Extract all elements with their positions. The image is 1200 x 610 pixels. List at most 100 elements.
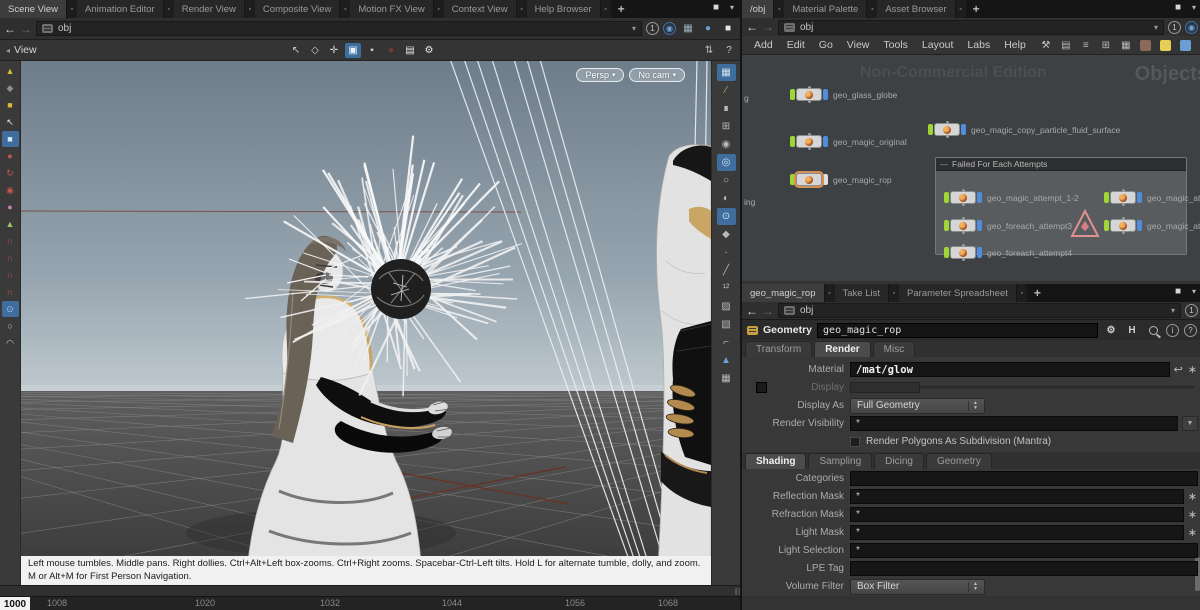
main-tab-transform[interactable]: Transform: [745, 341, 812, 357]
viewport-settings-icon[interactable]: ⚙: [421, 43, 437, 58]
camera-cone-icon[interactable]: ▲: [717, 352, 736, 369]
scene-tab-render-view[interactable]: Render View: [174, 0, 245, 18]
render-region-icon[interactable]: ○: [2, 318, 19, 334]
character-pick-icon[interactable]: ▲: [2, 216, 19, 232]
scale-tool-icon[interactable]: ◉: [2, 182, 19, 198]
param-tab-menu-icon[interactable]: ▪: [1017, 284, 1027, 302]
menu-tools[interactable]: Tools: [877, 39, 914, 51]
link-number-icon[interactable]: 1: [646, 22, 659, 35]
param-new-tab-button[interactable]: +: [1027, 284, 1048, 302]
node-display-flag[interactable]: [944, 247, 949, 258]
houdini-help-icon[interactable]: H: [1124, 323, 1140, 338]
path-dropdown-icon[interactable]: ▾: [1171, 306, 1175, 315]
display-toggle-checkbox[interactable]: [756, 382, 767, 393]
node-render-flag[interactable]: [1137, 220, 1142, 231]
wrench-icon[interactable]: ⚒: [1038, 38, 1054, 53]
lasso-select-icon[interactable]: ◇: [307, 43, 323, 58]
boxnode-geo-foreach-attempt3[interactable]: geo_foreach_attempt3: [944, 219, 1072, 232]
cube-icon[interactable]: ▦: [680, 21, 696, 36]
subtab-geometry[interactable]: Geometry: [926, 453, 992, 469]
override-icon[interactable]: ∗: [1188, 363, 1197, 376]
white-square-icon[interactable]: ■: [720, 21, 736, 36]
info-icon[interactable]: i: [1166, 324, 1179, 337]
node-geo-magic-original[interactable]: geo_magic_original: [790, 135, 907, 148]
shadows-icon[interactable]: ◐: [717, 190, 736, 207]
network-new-tab-button[interactable]: +: [966, 0, 987, 18]
input-material[interactable]: /mat/glow: [850, 362, 1170, 377]
back-icon[interactable]: ←: [746, 21, 758, 33]
node-geo-magic-copy-particle-fluid-surface[interactable]: geo_magic_copy_particle_fluid_surface: [928, 123, 1120, 136]
node-display-flag[interactable]: [790, 89, 795, 100]
ruler-icon[interactable]: ⌐: [717, 334, 736, 351]
secure-selection-lock-icon[interactable]: ■: [2, 131, 19, 147]
path-field[interactable]: obj ▾: [778, 303, 1181, 318]
scene-tab-menu-icon[interactable]: ▪: [164, 0, 174, 18]
select-mask-icon[interactable]: ◆: [2, 80, 19, 96]
scene-tab-help-browser[interactable]: Help Browser: [527, 0, 601, 18]
vector-display-icon[interactable]: ╱: [717, 262, 736, 279]
node-body[interactable]: [796, 88, 822, 101]
viewport-help-icon[interactable]: ?: [721, 43, 737, 58]
override-icon[interactable]: ∗: [1188, 508, 1197, 521]
menu-view[interactable]: View: [841, 39, 876, 51]
forward-icon[interactable]: →: [762, 21, 774, 33]
node-geo-glass-globe[interactable]: geo_glass_globe: [790, 88, 897, 101]
menu-help[interactable]: Help: [998, 39, 1032, 51]
path-dropdown-icon[interactable]: ▾: [632, 24, 636, 33]
path-dropdown-icon[interactable]: ▾: [1154, 23, 1158, 32]
rotate-tool-icon[interactable]: ↻: [2, 165, 19, 181]
input-refraction-mask[interactable]: *: [850, 507, 1184, 522]
node-display-flag[interactable]: [944, 192, 949, 203]
node-geo-magic-rop[interactable]: geo_magic_rop: [790, 173, 892, 186]
forward-icon[interactable]: →: [20, 23, 32, 35]
persp-button[interactable]: Persp▾: [576, 68, 624, 82]
point-numbers-icon[interactable]: ¹²: [717, 280, 736, 297]
background-image-icon[interactable]: [1178, 38, 1194, 53]
path-field[interactable]: obj ▾: [778, 20, 1164, 35]
node-display-flag[interactable]: [1104, 220, 1109, 231]
grid-toggle-icon[interactable]: ▦: [717, 370, 736, 387]
node-body[interactable]: [1110, 191, 1136, 204]
boxnode-geo-magic-att7[interactable]: geo_magic_att7: [1104, 191, 1200, 204]
ortho-views-icon[interactable]: ⊞: [717, 118, 736, 135]
scene-tab-menu-icon[interactable]: ▪: [434, 0, 444, 18]
node-render-flag[interactable]: [823, 89, 828, 100]
node-display-flag[interactable]: [1104, 192, 1109, 203]
snapshot-icon[interactable]: [1138, 38, 1154, 53]
shelf-icon[interactable]: ▤: [1058, 38, 1074, 53]
material-preview-icon[interactable]: ⊙: [717, 208, 736, 225]
node-body[interactable]: [934, 123, 960, 136]
marker-a-icon[interactable]: ▨: [717, 298, 736, 315]
magnet-edit-icon[interactable]: ∩: [2, 233, 19, 249]
high-quality-light-icon[interactable]: ○: [717, 172, 736, 189]
display-slider[interactable]: [850, 382, 1194, 393]
scene-tab-composite-view[interactable]: Composite View: [255, 0, 340, 18]
hand-tool-icon[interactable]: ◠: [2, 335, 19, 351]
tile-layout-icon[interactable]: ▦: [1118, 38, 1134, 53]
node-body[interactable]: [950, 219, 976, 232]
pose-tool-icon[interactable]: ●: [2, 199, 19, 215]
menu-add[interactable]: Add: [748, 39, 779, 51]
forward-icon[interactable]: →: [762, 305, 774, 317]
grid-layout-icon[interactable]: ⊞: [1098, 38, 1114, 53]
network-tab-menu-icon[interactable]: ▪: [774, 0, 784, 18]
node-display-flag[interactable]: [944, 220, 949, 231]
snap-icon[interactable]: ▣: [345, 43, 361, 58]
view-menu[interactable]: ◂ View: [0, 44, 43, 56]
node-render-flag[interactable]: [961, 124, 966, 135]
menu-edit[interactable]: Edit: [781, 39, 811, 51]
no-cam-button[interactable]: No cam▾: [629, 68, 685, 82]
subtab-shading[interactable]: Shading: [745, 453, 806, 469]
help-icon[interactable]: ?: [1184, 324, 1197, 337]
scene-tab-context-view[interactable]: Context View: [444, 0, 517, 18]
marker-b-icon[interactable]: ▧: [717, 316, 736, 333]
main-tab-render[interactable]: Render: [814, 341, 870, 357]
node-body[interactable]: [950, 246, 976, 259]
pane2-menu-icon[interactable]: ▾: [1186, 0, 1200, 15]
display-slider-handle[interactable]: [850, 382, 920, 393]
sticky-note-icon[interactable]: [1158, 38, 1174, 53]
node-render-flag[interactable]: [1137, 192, 1142, 203]
lighting-icon[interactable]: ◉: [717, 136, 736, 153]
network-tab-material-palette[interactable]: Material Palette: [784, 0, 867, 18]
node-render-flag[interactable]: [823, 174, 828, 185]
